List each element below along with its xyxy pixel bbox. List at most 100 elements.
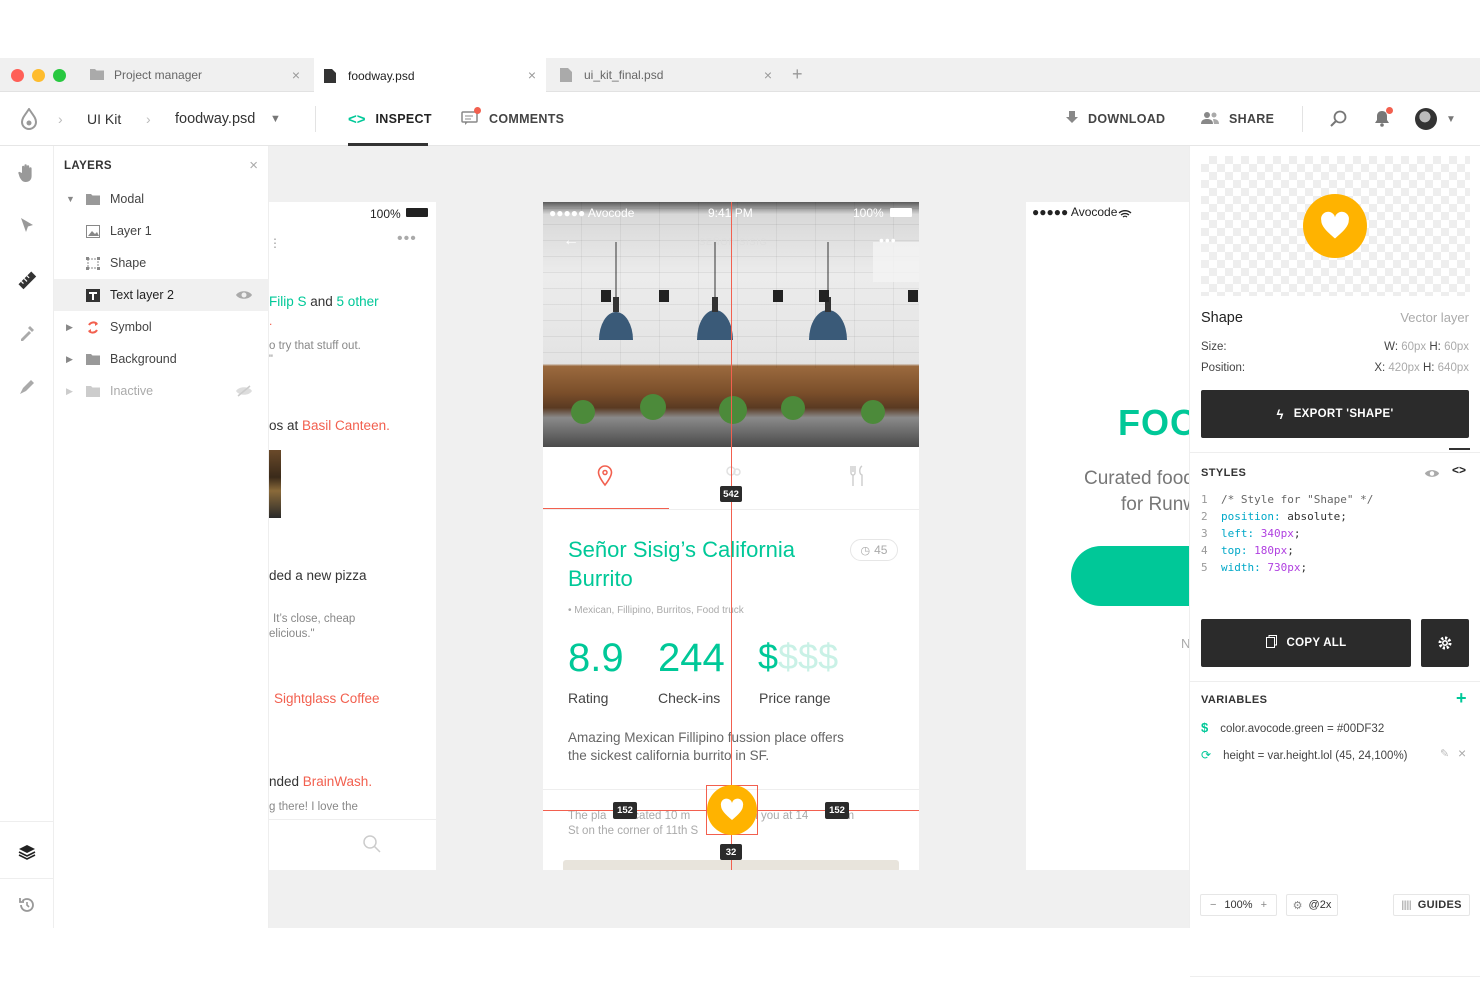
- tag-list: • Mexican, Fillipino, Burritos, Food tru…: [568, 605, 744, 616]
- breadcrumb-project[interactable]: UI Kit: [87, 92, 121, 146]
- code-line: 4 top: 180px;: [1201, 544, 1294, 557]
- variable-row[interactable]: $ color.avocode.green = #00DF32: [1201, 720, 1384, 735]
- variable-row[interactable]: ⟳ height = var.height.lol (45, 24,100%): [1201, 748, 1408, 762]
- layers-panel-icon[interactable]: [15, 840, 39, 864]
- close-window-button[interactable]: [11, 69, 24, 82]
- zoom-out-icon[interactable]: −: [1210, 899, 1216, 911]
- download-label: DOWNLOAD: [1088, 112, 1166, 126]
- search-icon[interactable]: [362, 834, 382, 859]
- measure-label: 542: [720, 486, 742, 502]
- divider: [0, 821, 54, 822]
- app-window: Project manager × foodway.psd × ui_kit_f…: [0, 58, 1480, 977]
- guides-button[interactable]: |||||| GUIDES: [1393, 894, 1470, 916]
- layer-row[interactable]: ▶ Background: [54, 343, 269, 375]
- artboard-detail[interactable]: ●●●●● Avocode 9:41 PM 100% ← SEÑOR SISIG…: [543, 202, 919, 870]
- tab-label: foodway.psd: [348, 68, 415, 83]
- minimize-window-button[interactable]: [32, 69, 45, 82]
- design-canvas[interactable]: 100% ⋮ ••• Filip S and 5 other . o try t…: [269, 146, 1189, 928]
- stat-label: Price range: [759, 690, 831, 706]
- stat-value: 8.9: [568, 636, 624, 680]
- chevron-down-icon[interactable]: ▼: [270, 92, 281, 146]
- close-tab-icon[interactable]: ×: [764, 67, 772, 83]
- measure-label: 152: [825, 802, 849, 819]
- more-icon[interactable]: •••: [879, 232, 897, 248]
- artboard-landing[interactable]: ●●●●● Avocode FOO Curated food for Runw …: [1026, 202, 1189, 870]
- pen-tool-icon[interactable]: [15, 375, 39, 399]
- stat-value-price: $$$$: [758, 636, 839, 677]
- location-pin-icon[interactable]: [597, 465, 613, 492]
- size-label: Size:: [1201, 341, 1227, 353]
- more-icon[interactable]: •••: [397, 230, 417, 248]
- tab-label: ui_kit_final.psd: [584, 68, 664, 82]
- layer-preview: [1201, 156, 1470, 296]
- search-icon[interactable]: [1330, 92, 1348, 146]
- feed-text: nded BrainWash.: [269, 774, 373, 789]
- avocode-logo-icon[interactable]: [20, 92, 38, 146]
- layer-row[interactable]: Shape: [54, 247, 269, 279]
- artboard-feed[interactable]: 100% ⋮ ••• Filip S and 5 other . o try t…: [269, 202, 436, 870]
- eye-hidden-icon[interactable]: [235, 385, 253, 400]
- bell-icon[interactable]: [1373, 92, 1393, 146]
- battery-icon: [406, 208, 428, 217]
- code-icon[interactable]: <>: [1452, 463, 1466, 477]
- pointer-tool-icon[interactable]: [15, 214, 39, 238]
- heart-button[interactable]: [707, 785, 757, 835]
- zoom-control[interactable]: −100% +: [1200, 894, 1277, 916]
- feed-link[interactable]: Sightglass Coffee: [274, 691, 380, 706]
- scale-control[interactable]: ⚙ @2x: [1286, 894, 1338, 916]
- brand-logo: FOO: [1118, 402, 1189, 443]
- layer-row-selected[interactable]: Text layer 2: [54, 279, 269, 311]
- layer-row[interactable]: ▶ Symbol: [54, 311, 269, 343]
- position-value: X: 420px H: 640px: [1374, 362, 1469, 374]
- ruler-tool-icon[interactable]: [15, 268, 39, 292]
- close-panel-icon[interactable]: ×: [249, 157, 258, 174]
- share-button[interactable]: SHARE: [1201, 92, 1274, 146]
- tab-foodway[interactable]: foodway.psd ×: [314, 58, 546, 93]
- layer-row[interactable]: ▼ Modal: [54, 183, 269, 215]
- layer-label: Inactive: [110, 384, 154, 398]
- users-icon: [1201, 111, 1219, 127]
- maximize-window-button[interactable]: [53, 69, 66, 82]
- new-tab-button[interactable]: +: [792, 64, 803, 85]
- close-tab-icon[interactable]: ×: [292, 67, 300, 83]
- breadcrumb-file[interactable]: foodway.psd: [175, 92, 255, 146]
- caret-down-icon[interactable]: ▼: [66, 194, 75, 204]
- caret-right-icon[interactable]: ▶: [66, 386, 73, 397]
- fork-knife-icon[interactable]: [847, 465, 867, 492]
- measure-label: 152: [613, 802, 637, 819]
- zoom-in-icon[interactable]: +: [1261, 899, 1267, 911]
- cta-button[interactable]: [1071, 546, 1189, 606]
- share-label: SHARE: [1229, 112, 1275, 126]
- tab-inspect[interactable]: <> INSPECT: [348, 92, 432, 146]
- layer-row[interactable]: ▶ Inactive: [54, 375, 269, 407]
- caret-right-icon[interactable]: ▶: [66, 354, 73, 365]
- eye-icon[interactable]: [235, 289, 253, 304]
- location-text: St on the corner of 11th S: [568, 825, 699, 837]
- gear-icon: ⚙: [1292, 899, 1303, 912]
- eye-icon[interactable]: [1424, 466, 1440, 484]
- eyedropper-tool-icon[interactable]: [15, 321, 39, 345]
- edit-icon[interactable]: ✎: [1440, 747, 1449, 760]
- back-arrow-icon[interactable]: ←: [563, 232, 579, 250]
- settings-button[interactable]: [1421, 619, 1469, 667]
- layer-row[interactable]: Layer 1: [54, 215, 269, 247]
- chevron-down-icon: ▼: [1446, 113, 1456, 125]
- remove-icon[interactable]: ×: [1458, 745, 1466, 761]
- tab-project-manager[interactable]: Project manager ×: [80, 58, 310, 92]
- copy-all-button[interactable]: COPY ALL: [1201, 619, 1411, 667]
- export-button[interactable]: ϟ EXPORT 'SHAPE': [1201, 390, 1469, 438]
- caret-right-icon[interactable]: ▶: [66, 322, 73, 333]
- battery-icon: [890, 208, 912, 217]
- add-variable-icon[interactable]: +: [1456, 688, 1467, 709]
- close-tab-icon[interactable]: ×: [528, 67, 536, 83]
- avatar[interactable]: ▼: [1415, 92, 1456, 146]
- tab-ui-kit-final[interactable]: ui_kit_final.psd ×: [550, 58, 782, 92]
- feed-text: ded a new pizza: [269, 568, 367, 583]
- feed-text-edge: ": [269, 353, 273, 365]
- history-icon[interactable]: [15, 893, 39, 917]
- hand-tool-icon[interactable]: [15, 161, 39, 185]
- download-button[interactable]: DOWNLOAD: [1066, 92, 1165, 146]
- menu-edge: ⋮: [269, 236, 281, 250]
- css-code[interactable]: 1/* Style for "Shape" */ 2 position: abso…: [1201, 491, 1373, 576]
- tab-comments[interactable]: COMMENTS: [461, 92, 564, 146]
